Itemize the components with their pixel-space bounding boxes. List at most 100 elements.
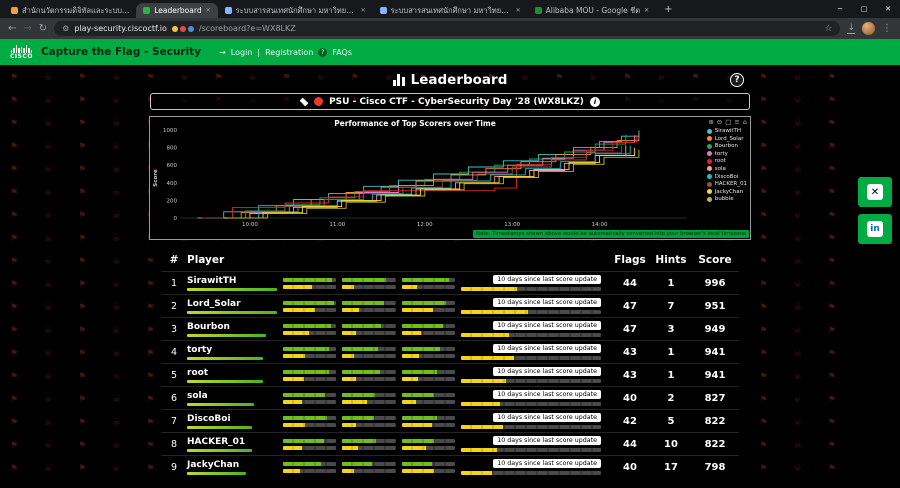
maximize-button[interactable]: □ [852, 5, 876, 13]
award-bar-group [342, 324, 395, 335]
tab-close-icon[interactable]: ✕ [644, 7, 649, 14]
legend-swatch [707, 144, 712, 149]
award-bar-track [461, 287, 601, 291]
tab-title: Alibaba MOU - Google ชีต [546, 5, 641, 17]
award-bar-fill-yellow [283, 354, 305, 358]
player-hints: 17 [651, 462, 691, 473]
player-score: 798 [691, 462, 739, 473]
award-bar-track [342, 416, 395, 420]
legend-item[interactable]: Lord_Solar [707, 136, 747, 142]
app-header: CISCO Capture the Flag - Security → Logi… [0, 39, 900, 65]
minimize-button[interactable]: ─ [828, 5, 852, 13]
tab-favicon [380, 7, 387, 14]
new-tab-button[interactable]: + [664, 4, 672, 15]
award-bar-track [283, 324, 336, 328]
player-progress-bar [187, 357, 263, 360]
red-dot-icon [314, 97, 323, 106]
legend-item[interactable]: SirawitTH [707, 128, 747, 134]
forward-icon[interactable]: → [23, 23, 31, 34]
player-cell: JackyChan [187, 460, 283, 475]
share-linkedin-button[interactable]: in [858, 214, 892, 244]
help-button[interactable]: ? [730, 73, 744, 87]
tab-close-icon[interactable]: ✕ [361, 7, 366, 14]
tab-close-icon[interactable]: ✕ [206, 7, 211, 14]
award-bar-track [283, 285, 336, 289]
share-x-button[interactable]: ✕ [858, 177, 892, 207]
player-flags: 47 [609, 324, 651, 335]
close-button[interactable]: ✕ [876, 5, 900, 13]
award-bar-fill-green [402, 393, 434, 397]
legend-item[interactable]: JackyChan [707, 189, 747, 195]
award-bar-fill-yellow [342, 469, 354, 473]
award-bar-fill-yellow [342, 423, 356, 427]
legend-item[interactable]: root [707, 158, 747, 164]
award-bar-fill-green [402, 278, 449, 282]
legend-item[interactable]: bubble [707, 196, 747, 202]
login-link[interactable]: Login [231, 48, 253, 57]
award-bar-fill-yellow [283, 400, 302, 404]
award-bar-track [342, 324, 395, 328]
award-bar-fill-green [402, 324, 444, 328]
menu-icon[interactable]: ⋮ [882, 23, 892, 34]
browser-tab[interactable]: Leaderboard✕ [136, 3, 217, 18]
award-bar-fill-yellow [402, 331, 421, 335]
registration-link[interactable]: Registration [265, 48, 313, 57]
award-bars: 10 days since last score update [283, 298, 609, 314]
event-banner: PSU - Cisco CTF - CyberSecurity Day '28 … [150, 93, 750, 110]
award-bar-fill-yellow [461, 356, 514, 360]
award-bar-track [283, 278, 336, 282]
tab-title: ระบบสารสนเทศนักศึกษา มหาวิทยาล... [236, 5, 357, 17]
player-name: root [187, 368, 277, 378]
award-bar-group [402, 347, 455, 358]
reload-icon[interactable]: ↻ [39, 23, 47, 34]
player-cell: root [187, 368, 283, 383]
faqs-link[interactable]: FAQs [332, 48, 352, 57]
player-score: 822 [691, 416, 739, 427]
award-bar-track [461, 425, 601, 429]
last-update-badge: 10 days since last score update [493, 321, 601, 330]
svg-text:800: 800 [167, 146, 178, 152]
award-bar-fill-green [402, 370, 437, 374]
award-bar-track [283, 423, 336, 427]
chart-plot[interactable]: 0200400600800100010:0011:0012:0013:0014:… [150, 117, 750, 239]
award-bar-track [342, 400, 395, 404]
award-bar-track [283, 393, 336, 397]
award-bar-track [283, 331, 336, 335]
bookmark-star-icon[interactable]: ☆ [824, 24, 832, 34]
legend-label: root [715, 158, 726, 164]
award-bar-group [402, 324, 455, 335]
legend-swatch [707, 159, 712, 164]
shield-emoji-icon [188, 26, 194, 32]
player-flags: 40 [609, 393, 651, 404]
info-icon[interactable]: i [590, 97, 600, 107]
back-icon[interactable]: ← [8, 23, 16, 34]
legend-item[interactable]: sola [707, 166, 747, 172]
legend-item[interactable]: Bourbon [707, 143, 747, 149]
award-bar-group [402, 439, 455, 450]
browser-tab[interactable]: สำนักนวัตกรรมดิจิทัลและระบบ... [4, 3, 136, 18]
download-icon[interactable]: ↓ [847, 24, 855, 34]
browser-tab[interactable]: ระบบสารสนเทศนักศึกษา มหาวิทยาล... ✕ [218, 3, 373, 18]
award-bar-track [461, 310, 601, 314]
award-bar-fill-yellow [461, 425, 503, 429]
legend-item[interactable]: HACKER_01 [707, 181, 747, 187]
legend-item[interactable]: DiscoBoi [707, 174, 747, 180]
award-bar-track [342, 439, 395, 443]
leaderboard-table: # Player Flags Hints Score 1SirawitTH10 … [161, 250, 739, 478]
award-bar-track [342, 462, 395, 466]
profile-avatar[interactable] [862, 22, 875, 35]
award-bar-group [342, 301, 395, 312]
player-flags: 40 [609, 462, 651, 473]
award-bar-group [283, 324, 336, 335]
browser-tab[interactable]: Alibaba MOU - Google ชีต✕ [528, 3, 657, 18]
address-bar[interactable]: ⚙ play-security.ciscoctf.io /scoreboard?… [54, 21, 840, 36]
site-settings-icon[interactable]: ⚙ [62, 24, 69, 33]
player-cell: sola [187, 391, 283, 406]
player-rank: 7 [161, 416, 187, 427]
tab-close-icon[interactable]: ✕ [516, 7, 521, 14]
legend-item[interactable]: torty [707, 151, 747, 157]
cisco-logo[interactable]: CISCO [10, 45, 33, 60]
award-bar-group [283, 416, 336, 427]
browser-tab[interactable]: ระบบสารสนเทศนักศึกษา มหาวิทยาล... ✕ [373, 3, 528, 18]
tab-title: ระบบสารสนเทศนักศึกษา มหาวิทยาล... [391, 5, 512, 17]
